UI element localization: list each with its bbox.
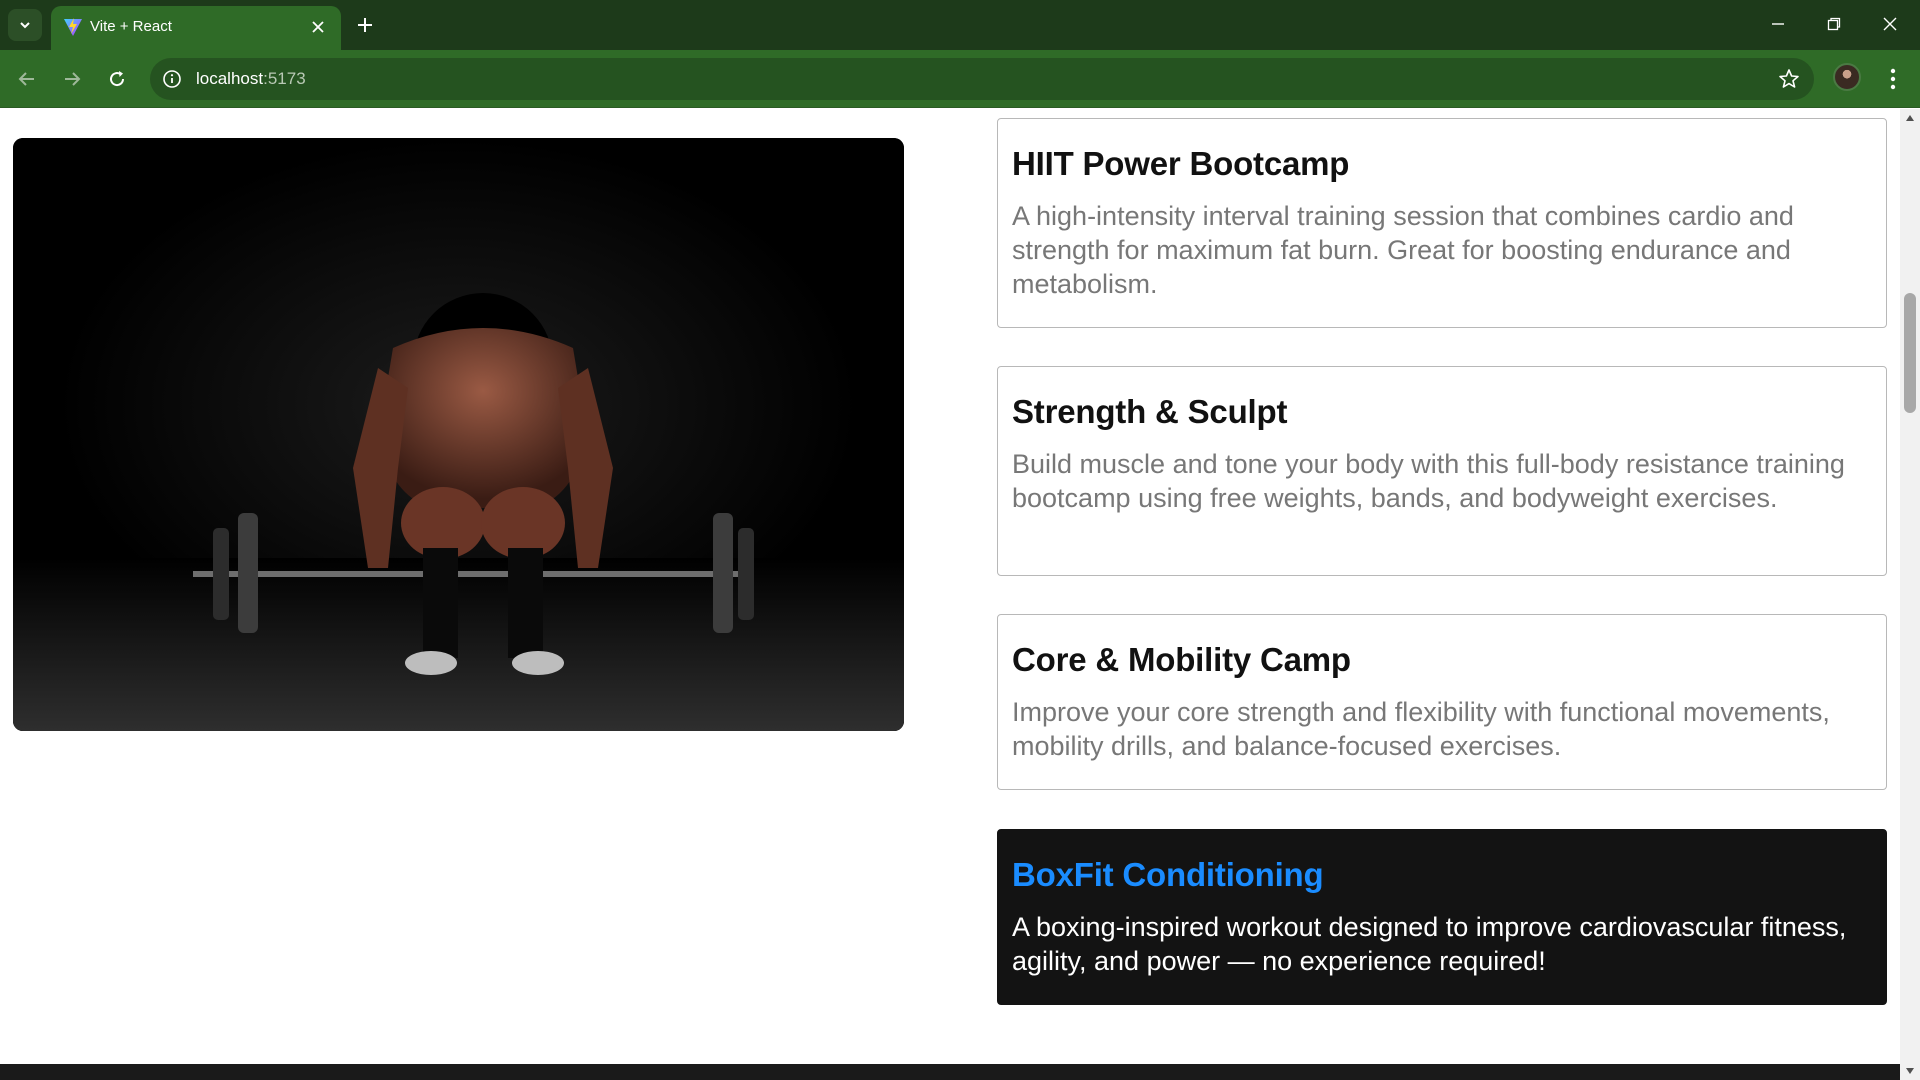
scroll-down-button[interactable] [1900,1062,1920,1080]
new-tab-button[interactable] [352,12,378,38]
restore-icon [1827,17,1841,31]
program-card-boxfit[interactable]: BoxFit Conditioning A boxing-inspired wo… [997,829,1887,1005]
profile-avatar[interactable] [1833,63,1861,91]
tab-title: Vite + React [90,18,172,35]
chevron-down-icon [20,22,30,29]
program-description: A boxing-inspired workout designed to im… [1012,912,1847,976]
url-host: localhost [196,69,264,88]
site-info-icon[interactable] [162,69,182,89]
bookmark-star-icon[interactable] [1778,68,1800,90]
browser-menu-button[interactable] [1880,62,1906,96]
program-title: Strength & Sculpt [1012,393,1288,430]
program-description: A high-intensity interval training sessi… [1012,201,1794,299]
reload-icon [110,71,125,87]
url-text[interactable]: localhost:5173 [196,69,306,89]
reload-button[interactable] [100,62,134,96]
close-window-button[interactable] [1870,8,1910,40]
page-viewport: HIIT Power Bootcamp A high-intensity int… [0,109,1900,1065]
browser-tab-strip: Vite + React [0,0,1920,50]
program-description: Build muscle and tone your body with thi… [1012,449,1845,513]
more-vertical-icon [1890,68,1896,90]
forward-button[interactable] [55,62,89,96]
url-port: :5173 [263,69,306,88]
vite-logo-icon [64,18,82,36]
triangle-down-icon [1906,1068,1914,1074]
program-title: Core & Mobility Camp [1012,641,1351,678]
triangle-up-icon [1906,115,1914,121]
program-title: HIIT Power Bootcamp [1012,145,1350,182]
browser-toolbar: localhost:5173 [0,50,1920,108]
restore-button[interactable] [1814,8,1854,40]
hero-image [13,138,904,731]
program-title: BoxFit Conditioning [1012,856,1324,893]
arrow-right-icon [65,72,81,86]
scrollbar-thumb[interactable] [1904,293,1916,413]
minimize-button[interactable] [1758,8,1798,40]
plus-icon [358,18,372,32]
minimize-icon [1772,23,1784,25]
tab-search-button[interactable] [8,9,42,41]
close-tab-button[interactable] [307,16,329,38]
program-card-core[interactable]: Core & Mobility Camp Improve your core s… [997,614,1887,790]
address-bar[interactable]: localhost:5173 [150,58,1814,100]
deadlift-photo [13,138,904,731]
program-description: Improve your core strength and flexibili… [1012,697,1830,761]
back-button[interactable] [10,62,44,96]
close-icon [1883,17,1897,31]
page-footer-edge [0,1064,1900,1080]
arrow-left-icon [18,72,34,86]
program-card-hiit[interactable]: HIIT Power Bootcamp A high-intensity int… [997,118,1887,328]
vertical-scrollbar[interactable] [1900,109,1920,1080]
scroll-up-button[interactable] [1900,109,1920,127]
program-card-strength[interactable]: Strength & Sculpt Build muscle and tone … [997,366,1887,576]
browser-tab-active[interactable]: Vite + React [51,6,341,50]
close-icon [312,21,324,33]
